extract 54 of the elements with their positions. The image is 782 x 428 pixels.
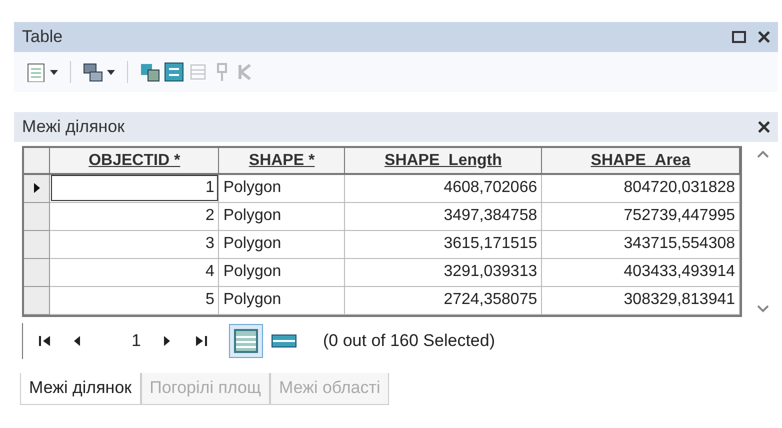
overlapping-squares-icon bbox=[140, 62, 160, 82]
table-cell: 2 bbox=[50, 202, 219, 230]
table-cell: Polygon bbox=[218, 174, 345, 202]
table-cell: 2724,358075 bbox=[344, 286, 542, 314]
table-cell: 4 bbox=[50, 258, 219, 286]
show-all-records-button[interactable] bbox=[229, 324, 263, 358]
caret-icon bbox=[107, 70, 115, 74]
close-icon[interactable] bbox=[758, 31, 770, 43]
table-cell: Polygon bbox=[218, 230, 345, 258]
table-list-button[interactable] bbox=[26, 62, 58, 82]
stacked-tables-button[interactable] bbox=[83, 62, 115, 82]
table-cell: 1 bbox=[50, 174, 219, 202]
table-cell: 5 bbox=[50, 286, 219, 314]
maximize-icon[interactable] bbox=[732, 30, 746, 44]
table-cell: Polygon bbox=[218, 258, 345, 286]
filled-table-icon bbox=[164, 62, 184, 82]
caret-icon bbox=[50, 70, 58, 74]
selection-status: (0 out of 160 Selected) bbox=[323, 330, 496, 352]
scroll-down-icon[interactable] bbox=[757, 304, 769, 312]
table-cell: 752739,447995 bbox=[542, 202, 740, 230]
striped-table-icon bbox=[234, 328, 258, 352]
column-header[interactable]: SHAPE_Length bbox=[344, 148, 542, 174]
table-cell: 308329,813941 bbox=[542, 286, 740, 314]
stacked-tables-icon bbox=[83, 62, 103, 82]
table-cell: 3291,039313 bbox=[344, 258, 542, 286]
table-cell: Polygon bbox=[218, 202, 345, 230]
table-cell: 4608,702066 bbox=[344, 174, 542, 202]
table-cell: 3497,384758 bbox=[344, 202, 542, 230]
window-title: Table bbox=[22, 26, 63, 48]
table-cell: Polygon bbox=[218, 286, 345, 314]
record-number-field[interactable]: 1 bbox=[81, 328, 141, 354]
row-selector[interactable] bbox=[24, 174, 50, 202]
filled-table-button[interactable] bbox=[164, 62, 184, 82]
close-icon[interactable] bbox=[758, 121, 770, 133]
next-record-icon[interactable] bbox=[163, 334, 171, 346]
column-header[interactable]: SHAPE * bbox=[218, 148, 345, 174]
layer-title: Межі ділянок bbox=[22, 116, 125, 138]
table-cell: 343715,554308 bbox=[542, 230, 740, 258]
rows-icon bbox=[188, 62, 208, 82]
first-record-icon[interactable] bbox=[39, 334, 51, 346]
overlapping-squares-button[interactable] bbox=[140, 62, 160, 82]
last-record-icon[interactable] bbox=[195, 334, 207, 346]
table-cell: 3615,171515 bbox=[344, 230, 542, 258]
table-list-icon bbox=[26, 62, 46, 82]
previous-record-icon[interactable] bbox=[73, 334, 81, 346]
column-header[interactable]: OBJECTID * bbox=[50, 148, 219, 174]
table-cell: 804720,031828 bbox=[542, 174, 740, 202]
column-header[interactable]: SHAPE_Area bbox=[542, 148, 740, 174]
scroll-up-icon[interactable] bbox=[757, 150, 769, 158]
layer-tab[interactable]: Межі ділянок bbox=[20, 372, 141, 404]
table-cell: 403433,493914 bbox=[542, 258, 740, 286]
table-cell: 3 bbox=[50, 230, 219, 258]
current-row-icon bbox=[34, 183, 40, 194]
single-row-icon bbox=[271, 334, 297, 348]
